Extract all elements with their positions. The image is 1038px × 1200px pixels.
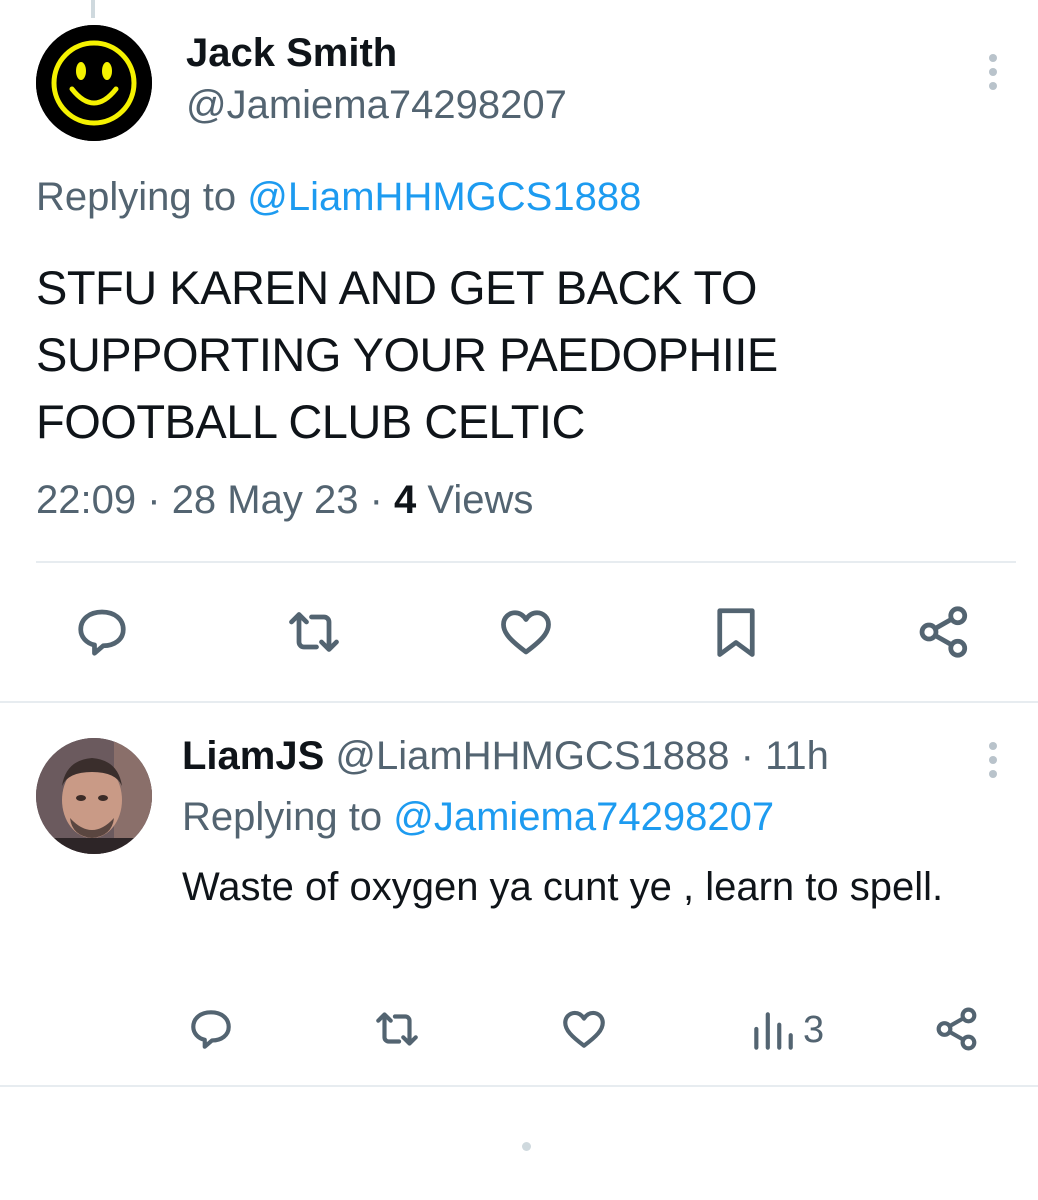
tweet-meta: 22:09 · 28 May 23 · 4 Views bbox=[36, 476, 533, 524]
divider bbox=[0, 701, 1038, 703]
meta-separator: · bbox=[147, 478, 161, 522]
replying-prefix: Replying to bbox=[182, 795, 383, 839]
tweet-text: Waste of oxygen ya cunt ye , learn to sp… bbox=[182, 865, 944, 909]
divider bbox=[0, 1085, 1038, 1087]
retweet-button[interactable] bbox=[284, 602, 344, 662]
meta-separator: · bbox=[369, 478, 383, 522]
reply-header: LiamJS @LiamHHMGCS1888 · 11h bbox=[182, 732, 829, 780]
reply-button[interactable] bbox=[186, 1004, 236, 1054]
like-icon bbox=[501, 610, 551, 655]
views-count: 4 bbox=[394, 478, 417, 522]
like-icon bbox=[563, 1010, 605, 1048]
retweet-icon bbox=[376, 1012, 418, 1046]
retweet-button[interactable] bbox=[372, 1004, 422, 1054]
meta-separator: · bbox=[740, 734, 754, 778]
tweet-date[interactable]: 28 May 23 bbox=[172, 478, 359, 522]
bookmark-icon bbox=[717, 608, 755, 657]
share-icon bbox=[936, 1007, 977, 1051]
display-name[interactable]: Jack Smith bbox=[186, 30, 397, 76]
share-icon bbox=[919, 606, 968, 658]
views-button[interactable] bbox=[748, 1006, 798, 1056]
replying-to-link[interactable]: @Jamiema74298207 bbox=[393, 795, 774, 839]
reply-button[interactable] bbox=[72, 602, 132, 662]
tweet-text: STFU KAREN AND GET BACK TO SUPPORTING YO… bbox=[36, 261, 778, 448]
thread-connector-line bbox=[91, 0, 95, 18]
more-options-icon[interactable] bbox=[984, 50, 1002, 94]
retweet-icon bbox=[289, 612, 339, 652]
avatar[interactable] bbox=[36, 25, 152, 141]
like-button[interactable] bbox=[559, 1004, 609, 1054]
display-name[interactable]: LiamJS bbox=[182, 734, 324, 778]
views-icon bbox=[754, 1012, 793, 1050]
avatar[interactable] bbox=[36, 738, 152, 854]
divider bbox=[36, 561, 1016, 563]
views-label: Views bbox=[427, 478, 534, 522]
replying-to: Replying to @LiamHHMGCS1888 bbox=[36, 174, 641, 220]
profile-photo-icon bbox=[36, 738, 152, 854]
tweet-age[interactable]: 11h bbox=[765, 734, 829, 778]
reply-icon bbox=[191, 1010, 231, 1049]
more-options-icon[interactable] bbox=[984, 738, 1002, 782]
tweet-time[interactable]: 22:09 bbox=[36, 478, 136, 522]
share-button[interactable] bbox=[932, 1004, 982, 1054]
replying-to-link[interactable]: @LiamHHMGCS1888 bbox=[247, 175, 641, 219]
like-button[interactable] bbox=[496, 602, 556, 662]
smiley-avatar-icon bbox=[36, 25, 152, 141]
share-button[interactable] bbox=[914, 602, 974, 662]
reply-icon bbox=[78, 609, 126, 656]
user-handle[interactable]: @LiamHHMGCS1888 bbox=[335, 734, 729, 778]
replying-to: Replying to @Jamiema74298207 bbox=[182, 793, 774, 841]
user-handle[interactable]: @Jamiema74298207 bbox=[186, 82, 567, 128]
views-count: 3 bbox=[803, 1009, 825, 1051]
bookmark-button[interactable] bbox=[706, 602, 766, 662]
page-indicator-dot bbox=[522, 1142, 531, 1151]
replying-prefix: Replying to bbox=[36, 175, 237, 219]
